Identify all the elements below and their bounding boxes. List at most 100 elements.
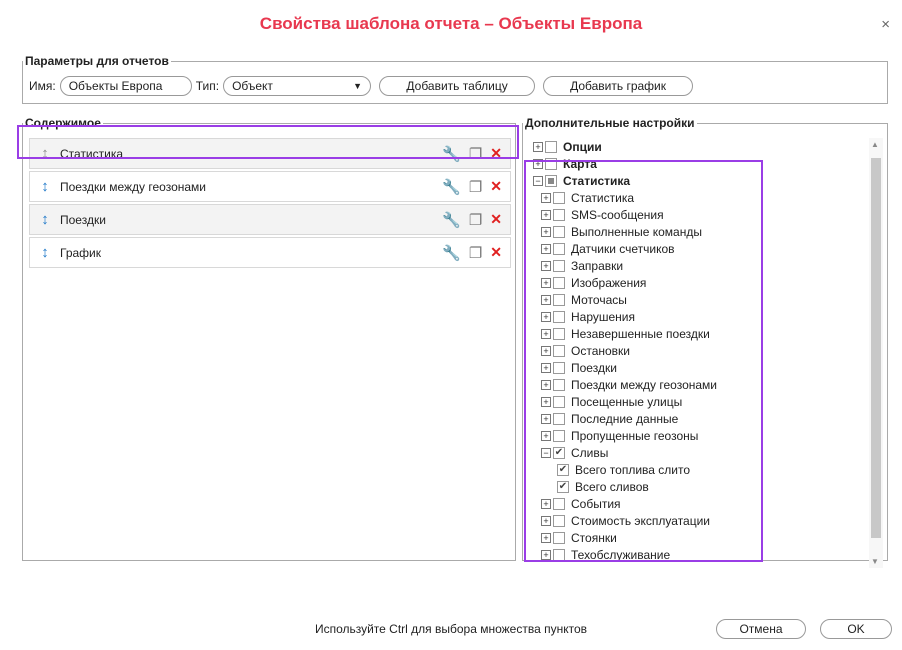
tree-item[interactable]: ✔ Всего топлива слито: [533, 461, 873, 478]
tree-item[interactable]: + События: [533, 495, 873, 512]
tree-checkbox[interactable]: [553, 548, 565, 561]
tree-checkbox[interactable]: ✔: [553, 446, 565, 459]
tree-checkbox[interactable]: [553, 378, 565, 391]
tree-checkbox[interactable]: [545, 140, 557, 153]
content-row[interactable]: ↕ График 🔧 ❐ ✕: [29, 237, 511, 268]
tree-item[interactable]: + Посещенные улицы: [533, 393, 873, 410]
tree-item[interactable]: + Пропущенные геозоны: [533, 427, 873, 444]
tree-checkbox[interactable]: [553, 361, 565, 374]
tree-item[interactable]: + Опции: [533, 138, 873, 155]
tree-checkbox[interactable]: [553, 531, 565, 544]
tree-checkbox[interactable]: [545, 174, 557, 187]
wrench-icon[interactable]: 🔧: [442, 211, 461, 229]
tree-checkbox[interactable]: [553, 429, 565, 442]
tree-item[interactable]: + Карта: [533, 155, 873, 172]
cancel-button[interactable]: Отмена: [716, 619, 806, 639]
tree-item[interactable]: ✔ Всего сливов: [533, 478, 873, 495]
expand-icon[interactable]: +: [541, 260, 551, 271]
expand-icon[interactable]: +: [541, 379, 551, 390]
tree-item[interactable]: + Поездки: [533, 359, 873, 376]
tree-item[interactable]: − ✔ Сливы: [533, 444, 873, 461]
expand-icon[interactable]: +: [541, 362, 551, 373]
tree-item[interactable]: + Моточасы: [533, 291, 873, 308]
tree-checkbox[interactable]: [553, 208, 565, 221]
tree-item[interactable]: + Нарушения: [533, 308, 873, 325]
tree-checkbox[interactable]: ✔: [557, 480, 569, 493]
add-graph-button[interactable]: Добавить график: [543, 76, 694, 96]
tree-item[interactable]: + Техобслуживание: [533, 546, 873, 563]
scroll-thumb[interactable]: [871, 158, 881, 538]
expand-icon[interactable]: +: [541, 413, 551, 424]
expand-icon[interactable]: +: [541, 328, 551, 339]
name-input[interactable]: Объекты Европа: [59, 76, 192, 96]
tree-item[interactable]: + Последние данные: [533, 410, 873, 427]
expand-icon[interactable]: +: [541, 192, 551, 203]
tree-checkbox[interactable]: [553, 412, 565, 425]
expand-icon[interactable]: +: [541, 515, 551, 526]
tree-checkbox[interactable]: ✔: [557, 463, 569, 476]
expand-icon[interactable]: +: [541, 396, 551, 407]
tree-item[interactable]: + Изображения: [533, 274, 873, 291]
tree-checkbox[interactable]: [553, 276, 565, 289]
collapse-icon[interactable]: −: [533, 175, 543, 186]
expand-icon[interactable]: +: [541, 277, 551, 288]
tree-item[interactable]: + Статистика: [533, 189, 873, 206]
collapse-icon[interactable]: −: [541, 447, 551, 458]
tree-checkbox[interactable]: [553, 225, 565, 238]
expand-icon[interactable]: +: [541, 294, 551, 305]
tree-item[interactable]: + SMS-сообщения: [533, 206, 873, 223]
expand-icon[interactable]: +: [541, 532, 551, 543]
content-row[interactable]: ↕ Поездки между геозонами 🔧 ❐ ✕: [29, 171, 511, 202]
expand-icon[interactable]: +: [541, 345, 551, 356]
expand-icon[interactable]: +: [541, 311, 551, 322]
tree-item[interactable]: + Заправки: [533, 257, 873, 274]
tree-item[interactable]: + Остановки: [533, 342, 873, 359]
tree-checkbox[interactable]: [553, 293, 565, 306]
content-row[interactable]: ↕ Поездки 🔧 ❐ ✕: [29, 204, 511, 235]
move-icon[interactable]: ↕: [30, 211, 60, 228]
expand-icon[interactable]: +: [541, 209, 551, 220]
tree-checkbox[interactable]: [553, 344, 565, 357]
ok-button[interactable]: OK: [820, 619, 892, 639]
wrench-icon[interactable]: 🔧: [442, 178, 461, 196]
scroll-down-icon[interactable]: ▼: [871, 557, 879, 566]
move-icon[interactable]: ↕: [30, 145, 60, 162]
type-select[interactable]: Объект ▼: [223, 76, 372, 96]
delete-icon[interactable]: ✕: [490, 211, 502, 228]
delete-icon[interactable]: ✕: [490, 178, 502, 195]
expand-icon[interactable]: +: [541, 243, 551, 254]
tree-item[interactable]: + Выполненные команды: [533, 223, 873, 240]
tree-checkbox[interactable]: [553, 191, 565, 204]
expand-icon[interactable]: +: [541, 430, 551, 441]
wrench-icon[interactable]: 🔧: [442, 145, 461, 163]
expand-icon[interactable]: +: [533, 158, 543, 169]
tree-checkbox[interactable]: [553, 259, 565, 272]
add-table-button[interactable]: Добавить таблицу: [379, 76, 536, 96]
tree-checkbox[interactable]: [553, 242, 565, 255]
tree-item[interactable]: + Стоимость эксплуатации: [533, 512, 873, 529]
expand-icon[interactable]: +: [541, 226, 551, 237]
scroll-up-icon[interactable]: ▲: [871, 140, 879, 149]
copy-icon[interactable]: ❐: [469, 211, 482, 229]
tree-item[interactable]: − Статистика: [533, 172, 873, 189]
tree-scrollbar[interactable]: ▲ ▼: [869, 138, 883, 568]
tree-checkbox[interactable]: [553, 395, 565, 408]
tree-checkbox[interactable]: [553, 514, 565, 527]
move-icon[interactable]: ↕: [30, 244, 60, 261]
wrench-icon[interactable]: 🔧: [442, 244, 461, 262]
tree-checkbox[interactable]: [553, 310, 565, 323]
delete-icon[interactable]: ✕: [490, 244, 502, 261]
tree-checkbox[interactable]: [553, 497, 565, 510]
tree-checkbox[interactable]: [553, 327, 565, 340]
tree-checkbox[interactable]: [545, 157, 557, 170]
expand-icon[interactable]: +: [541, 549, 551, 560]
expand-icon[interactable]: +: [533, 141, 543, 152]
move-icon[interactable]: ↕: [30, 178, 60, 195]
copy-icon[interactable]: ❐: [469, 145, 482, 163]
expand-icon[interactable]: +: [541, 498, 551, 509]
tree-item[interactable]: + Поездки между геозонами: [533, 376, 873, 393]
copy-icon[interactable]: ❐: [469, 244, 482, 262]
tree-item[interactable]: + Стоянки: [533, 529, 873, 546]
delete-icon[interactable]: ✕: [490, 145, 502, 162]
copy-icon[interactable]: ❐: [469, 178, 482, 196]
